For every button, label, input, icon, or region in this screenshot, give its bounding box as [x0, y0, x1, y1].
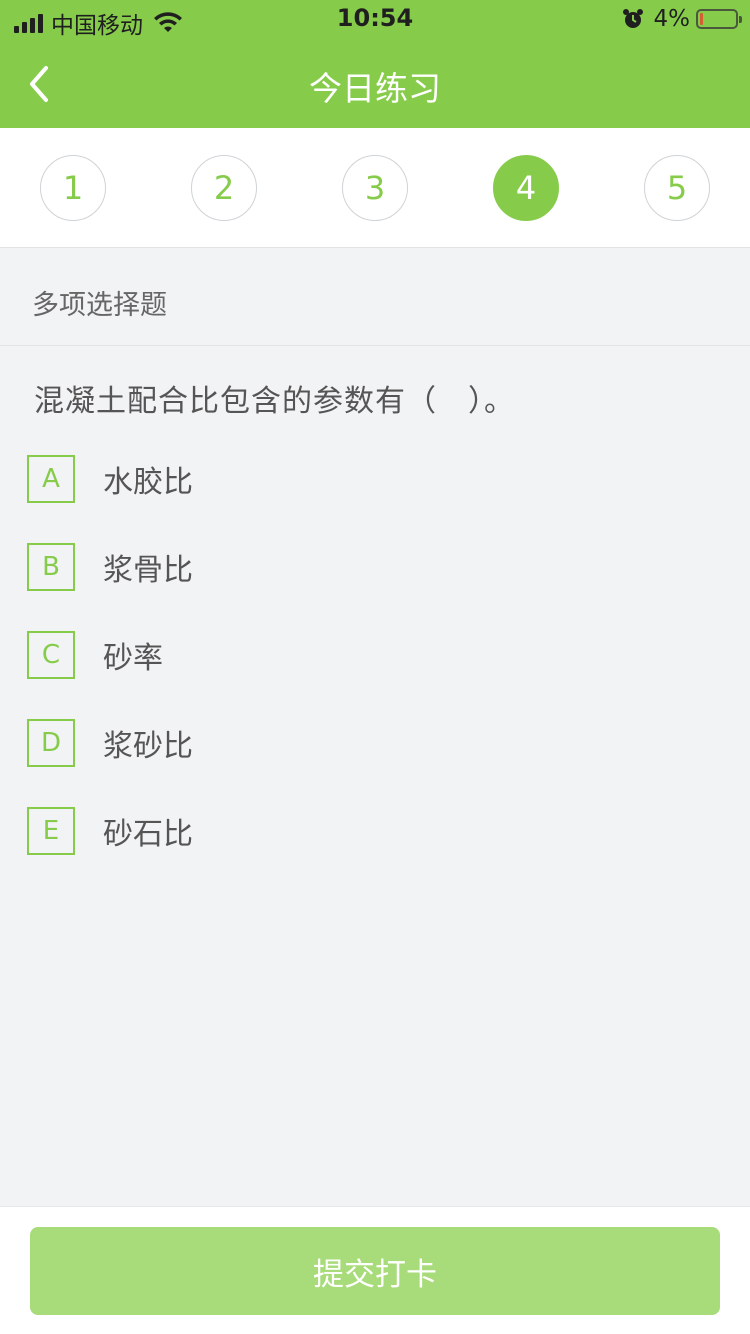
option-key: C — [27, 631, 75, 679]
option-label: 浆骨比 — [103, 553, 193, 588]
option-e[interactable]: E 砂石比 — [27, 807, 193, 855]
header: 中国移动 10:54 4% 今日练习 — [0, 0, 750, 128]
option-d[interactable]: D 浆砂比 — [27, 719, 193, 767]
step-3[interactable]: 3 — [342, 155, 408, 221]
nav-bar: 今日练习 — [0, 40, 750, 128]
option-key: D — [27, 719, 75, 767]
option-key: B — [27, 543, 75, 591]
option-b[interactable]: B 浆骨比 — [27, 543, 193, 591]
submit-checkin-button[interactable]: 提交打卡 — [30, 1227, 720, 1315]
step-4-current[interactable]: 4 — [493, 155, 559, 221]
footer: 提交打卡 — [0, 1206, 750, 1334]
step-1[interactable]: 1 — [40, 155, 106, 221]
step-2[interactable]: 2 — [191, 155, 257, 221]
question-text: 混凝土配合比包含的参数有（ ）。 — [34, 384, 515, 419]
status-bar: 中国移动 10:54 4% — [0, 0, 750, 40]
option-label: 浆砂比 — [103, 729, 193, 764]
option-key: E — [27, 807, 75, 855]
step-5[interactable]: 5 — [644, 155, 710, 221]
question-type-label: 多项选择题 — [32, 290, 167, 321]
option-a[interactable]: A 水胶比 — [27, 455, 193, 503]
question-stepper: 1 2 3 4 5 — [0, 128, 750, 248]
question-type-bar: 多项选择题 — [0, 249, 750, 346]
alarm-icon — [622, 9, 643, 28]
page-title: 今日练习 — [309, 69, 441, 108]
battery-percent: 4% — [653, 6, 691, 32]
option-c[interactable]: C 砂率 — [27, 631, 163, 679]
option-label: 砂率 — [103, 641, 163, 676]
option-label: 砂石比 — [103, 817, 193, 852]
option-label: 水胶比 — [103, 465, 193, 500]
battery-icon — [696, 9, 742, 29]
option-key: A — [27, 455, 75, 503]
